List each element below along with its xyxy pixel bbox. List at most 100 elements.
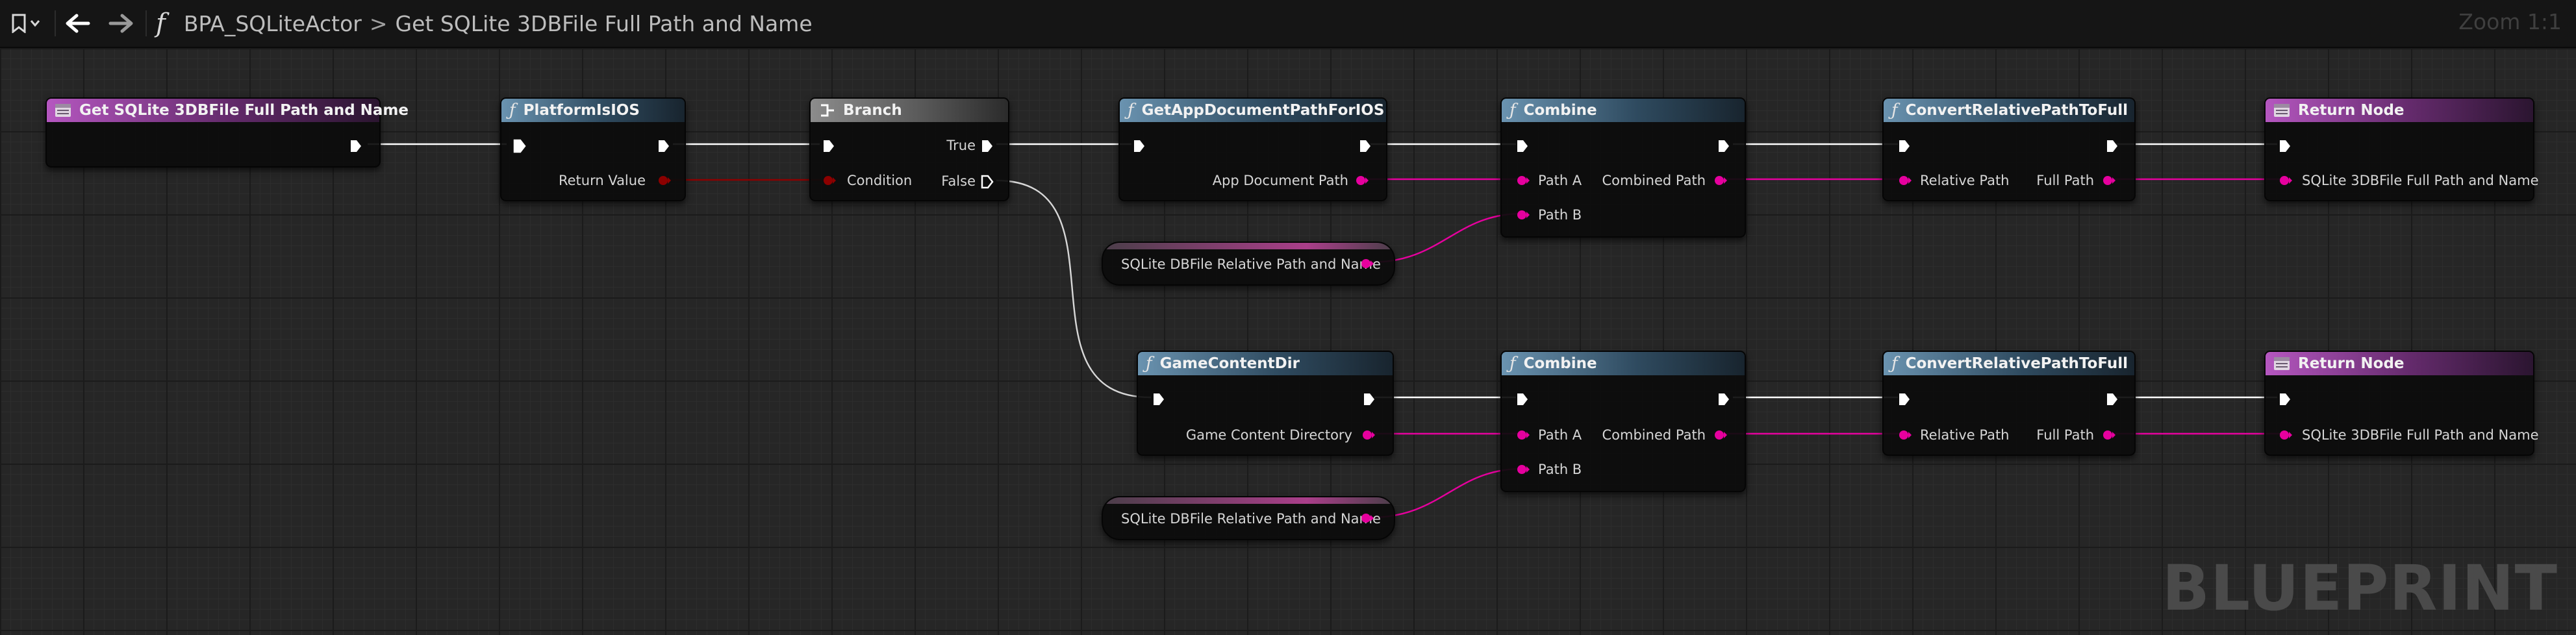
node-title: ConvertRelativePathToFull <box>1905 102 2128 119</box>
game-content-dir-node[interactable]: ƒ GameContentDir Game Content Directory <box>1137 351 1394 456</box>
branch-false-label: False <box>941 173 976 189</box>
breadcrumb-separator: > <box>369 10 388 36</box>
exec-input-pin[interactable] <box>1516 139 1529 153</box>
node-title: Get SQLite 3DBFile Full Path and Name <box>79 102 409 119</box>
node-title: Combine <box>1523 355 1597 372</box>
function-icon: ƒ <box>1891 101 1898 120</box>
node-title: Combine <box>1523 102 1597 119</box>
combine-node[interactable]: ƒ Combine Path A Combined Path Path B <box>1500 97 1746 238</box>
return-node-icon <box>2273 356 2290 371</box>
bool-output-pin[interactable] <box>657 175 672 186</box>
variable-label: SQLite DBFile Relative Path and Name <box>1121 511 1381 527</box>
arrow-right-icon <box>108 14 133 33</box>
return-value-label: Return Value <box>558 173 646 188</box>
platform-is-ios-node[interactable]: ƒ PlatformIsIOS Return Value <box>500 97 686 201</box>
condition-label: Condition <box>847 173 913 188</box>
convert-relative-path-node[interactable]: ƒ ConvertRelativePathToFull Relative Pat… <box>1882 97 2136 201</box>
exec-true-pin[interactable] <box>981 139 994 153</box>
back-button[interactable] <box>61 9 95 38</box>
branch-node[interactable]: Branch True Condition False <box>809 97 1009 201</box>
relative-path-label: Relative Path <box>1920 173 2010 188</box>
variable-glow <box>1103 497 1394 504</box>
bookmark-icon <box>12 14 40 33</box>
string-output-pin[interactable] <box>1713 429 1728 441</box>
exec-input-pin[interactable] <box>2279 392 2292 406</box>
string-input-pin[interactable] <box>2279 175 2293 186</box>
exec-input-pin[interactable] <box>2279 139 2292 153</box>
exec-wire <box>996 179 1152 399</box>
exec-output-pin[interactable] <box>1363 392 1376 406</box>
string-input-pin[interactable] <box>1516 429 1530 441</box>
exec-input-pin[interactable] <box>1152 392 1165 406</box>
return-node-icon <box>2273 103 2290 118</box>
exec-output-pin[interactable] <box>2106 139 2119 153</box>
path-a-label: Path A <box>1538 173 1582 188</box>
string-output-pin[interactable] <box>2102 175 2116 186</box>
return-node[interactable]: Return Node SQLite 3DBFile Full Path and… <box>2264 351 2539 456</box>
string-input-pin[interactable] <box>1898 175 1912 186</box>
breadcrumb-graph[interactable]: Get SQLite 3DBFile Full Path and Name <box>396 11 813 36</box>
bookmark-button[interactable] <box>9 9 45 38</box>
function-icon: ƒ <box>1509 101 1516 120</box>
node-header: ƒ PlatformIsIOS <box>501 99 685 122</box>
full-path-label: Full Path <box>2036 173 2094 188</box>
get-app-document-path-node[interactable]: ƒ GetAppDocumentPathForIOS App Document … <box>1118 97 1387 201</box>
exec-input-pin[interactable] <box>513 139 526 153</box>
exec-output-pin[interactable] <box>657 139 670 153</box>
full-path-label: Full Path <box>2036 427 2094 443</box>
return-value-pin-label: SQLite 3DBFile Full Path and Name <box>2302 427 2539 443</box>
exec-input-pin[interactable] <box>1898 139 1911 153</box>
return-value-pin-label: SQLite 3DBFile Full Path and Name <box>2302 173 2539 188</box>
string-input-pin[interactable] <box>1516 175 1530 186</box>
graph-toolbar: f BPA_SQLiteActor > Get SQLite 3DBFile F… <box>0 0 2576 48</box>
game-content-directory-label: Game Content Directory <box>1185 427 1352 443</box>
function-entry-node[interactable]: Get SQLite 3DBFile Full Path and Name <box>45 97 409 168</box>
convert-relative-path-node[interactable]: ƒ ConvertRelativePathToFull Relative Pat… <box>1882 351 2136 456</box>
toolbar-divider <box>145 10 147 36</box>
combined-path-label: Combined Path <box>1602 173 1706 188</box>
string-input-pin[interactable] <box>2279 429 2293 441</box>
string-output-pin[interactable] <box>1713 175 1728 186</box>
exec-input-pin[interactable] <box>1898 392 1911 406</box>
string-input-pin[interactable] <box>1898 429 1912 441</box>
exec-false-pin[interactable] <box>981 175 994 189</box>
node-header: ƒ Combine <box>1502 352 1745 375</box>
string-output-pin[interactable] <box>1360 258 1374 269</box>
exec-output-pin[interactable] <box>1359 139 1372 153</box>
variable-get-node[interactable]: SQLite DBFile Relative Path and Name <box>1102 242 1395 286</box>
node-title: Return Node <box>2298 102 2405 119</box>
string-output-pin[interactable] <box>1361 429 1376 441</box>
path-b-label: Path B <box>1538 207 1582 223</box>
string-output-pin[interactable] <box>2102 429 2116 441</box>
exec-output-pin[interactable] <box>1717 139 1730 153</box>
bool-input-pin[interactable] <box>822 175 837 186</box>
node-header: ƒ ConvertRelativePathToFull <box>1884 352 2134 375</box>
string-input-pin[interactable] <box>1516 464 1530 475</box>
forward-button[interactable] <box>104 9 138 38</box>
branch-true-label: True <box>946 138 976 153</box>
exec-input-pin[interactable] <box>822 139 835 153</box>
node-title: GetAppDocumentPathForIOS <box>1141 102 1385 119</box>
exec-input-pin[interactable] <box>1516 392 1529 406</box>
breadcrumb-blueprint[interactable]: BPA_SQLiteActor <box>184 11 362 36</box>
string-output-pin[interactable] <box>1355 175 1369 186</box>
relative-path-label: Relative Path <box>1920 427 2010 443</box>
exec-output-pin[interactable] <box>2106 392 2119 406</box>
function-entry-icon <box>55 103 71 118</box>
exec-output-pin[interactable] <box>349 139 362 153</box>
exec-output-pin[interactable] <box>1717 392 1730 406</box>
return-node[interactable]: Return Node SQLite 3DBFile Full Path and… <box>2264 97 2539 201</box>
variable-get-node[interactable]: SQLite DBFile Relative Path and Name <box>1102 496 1395 540</box>
string-input-pin[interactable] <box>1516 209 1530 221</box>
node-title: GameContentDir <box>1159 355 1300 372</box>
path-a-label: Path A <box>1538 427 1582 443</box>
exec-input-pin[interactable] <box>1133 139 1146 153</box>
app-document-path-label: App Document Path <box>1212 173 1348 188</box>
string-output-pin[interactable] <box>1360 512 1374 524</box>
function-icon: f <box>156 8 166 38</box>
node-header: ƒ Combine <box>1502 99 1745 122</box>
function-icon: ƒ <box>1128 101 1134 120</box>
combine-node[interactable]: ƒ Combine Path A Combined Path Path B <box>1500 351 1746 492</box>
blueprint-graph-canvas[interactable]: Get SQLite 3DBFile Full Path and Name ƒ … <box>0 48 2576 635</box>
node-header: Get SQLite 3DBFile Full Path and Name <box>47 99 409 122</box>
